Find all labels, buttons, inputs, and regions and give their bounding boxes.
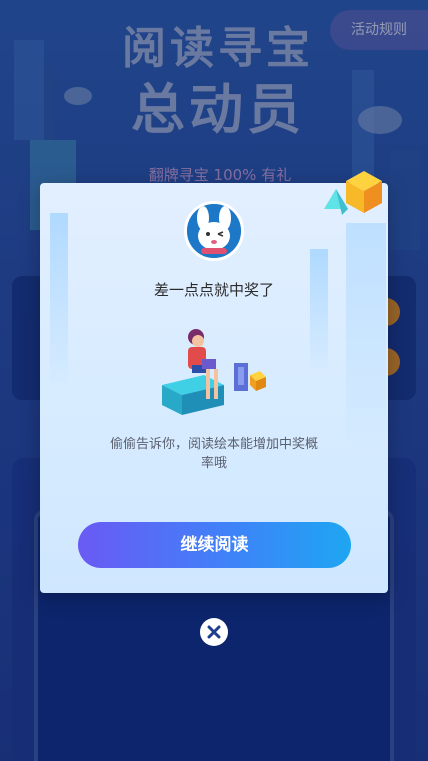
decorative-pillar: [310, 249, 328, 369]
cube-decoration-icon: [320, 165, 390, 225]
rabbit-mascot-icon: [187, 204, 241, 258]
reading-girl-illustration: [158, 323, 278, 423]
close-icon: [200, 618, 228, 646]
result-modal: 差一点点就中奖了 偷偷告诉你，阅读绘本能增加中奖概率哦 继续阅读: [40, 183, 388, 593]
modal-description: 偷偷告诉你，阅读绘本能增加中奖概率哦: [110, 435, 318, 473]
mascot-avatar: [184, 201, 244, 261]
close-modal-button[interactable]: [200, 618, 228, 646]
modal-title: 差一点点就中奖了: [40, 279, 388, 300]
decorative-pillar: [346, 223, 386, 443]
continue-reading-button[interactable]: 继续阅读: [78, 522, 351, 568]
